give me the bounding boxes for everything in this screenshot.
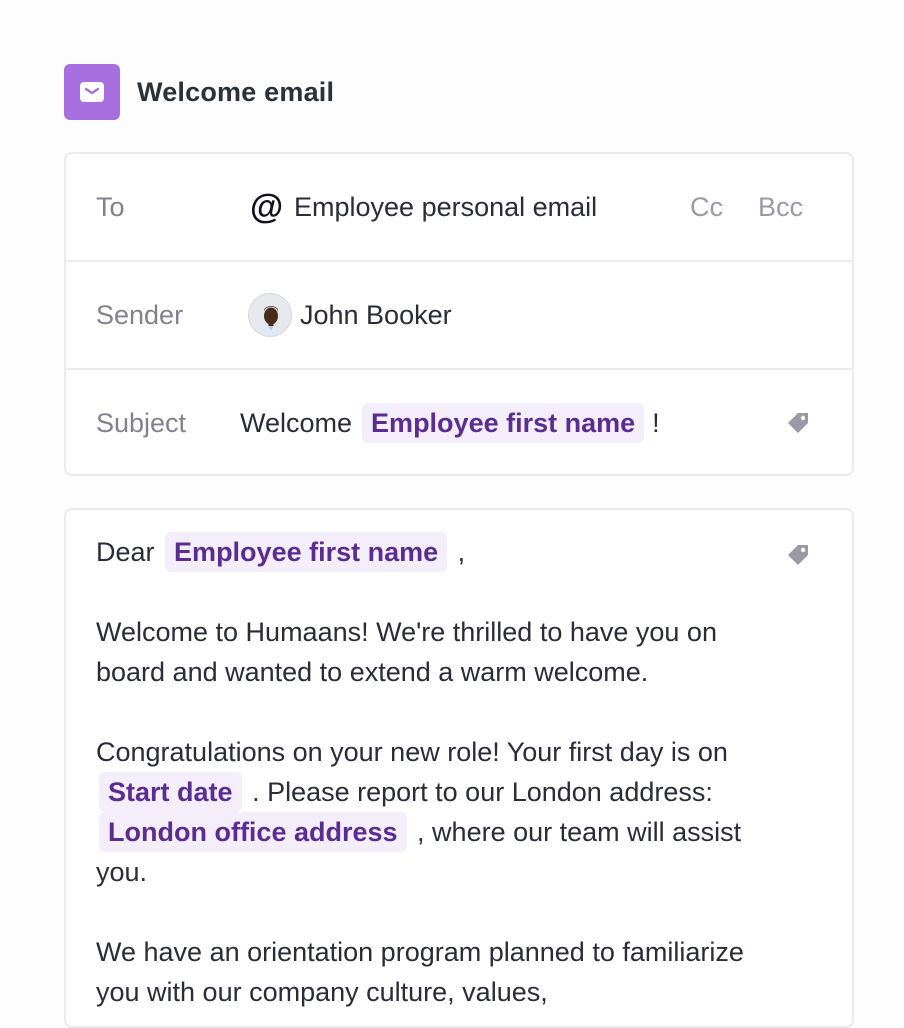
variable-tag[interactable]: London office address — [99, 812, 407, 852]
sender-row: Sender John Booker — [66, 260, 852, 368]
greeting-suffix: , — [457, 537, 466, 567]
paragraph-text: Congratulations on your new role! Your f… — [96, 737, 728, 767]
subject-row: Subject Welcome Employee first name ! — [66, 368, 852, 476]
subject-label: Subject — [96, 407, 187, 438]
tag-icon[interactable] — [784, 409, 812, 437]
greeting-line: Dear Employee first name , — [96, 532, 766, 572]
sender-label: Sender — [96, 299, 184, 330]
to-row: To @ Employee personal email Cc Bcc — [66, 154, 852, 260]
page-title: Welcome email — [137, 76, 335, 107]
email-header: Welcome email — [64, 64, 334, 120]
tag-icon[interactable] — [784, 541, 812, 569]
subject-input[interactable]: Welcome Employee first name ! — [240, 403, 660, 443]
variable-tag[interactable]: Employee first name — [165, 532, 448, 572]
paragraph-text: . Please report to our London address: — [252, 777, 713, 807]
body-paragraph: Welcome to Humaans! We're thrilled to ha… — [96, 617, 717, 687]
envelope-icon — [64, 64, 120, 120]
email-body-card[interactable]: Dear Employee first name , Welcome to Hu… — [64, 508, 854, 1028]
subject-suffix: ! — [652, 407, 660, 438]
at-icon: @ — [250, 188, 284, 226]
body-paragraph: We have an orientation program planned t… — [96, 937, 744, 1007]
avatar — [248, 293, 292, 337]
bcc-button[interactable]: Bcc — [758, 192, 803, 223]
variable-tag[interactable]: Start date — [99, 772, 242, 812]
sender-name[interactable]: John Booker — [300, 300, 452, 331]
to-recipient[interactable]: Employee personal email — [294, 192, 597, 223]
email-fields-card: To @ Employee personal email Cc Bcc Send… — [64, 152, 854, 476]
to-label: To — [96, 191, 125, 222]
variable-tag[interactable]: Employee first name — [362, 403, 645, 443]
body-paragraph: Congratulations on your new role! Your f… — [96, 732, 766, 892]
subject-prefix: Welcome — [240, 407, 353, 438]
cc-button[interactable]: Cc — [690, 192, 723, 223]
greeting-prefix: Dear — [96, 537, 155, 567]
email-body[interactable]: Dear Employee first name , Welcome to Hu… — [96, 532, 822, 1012]
